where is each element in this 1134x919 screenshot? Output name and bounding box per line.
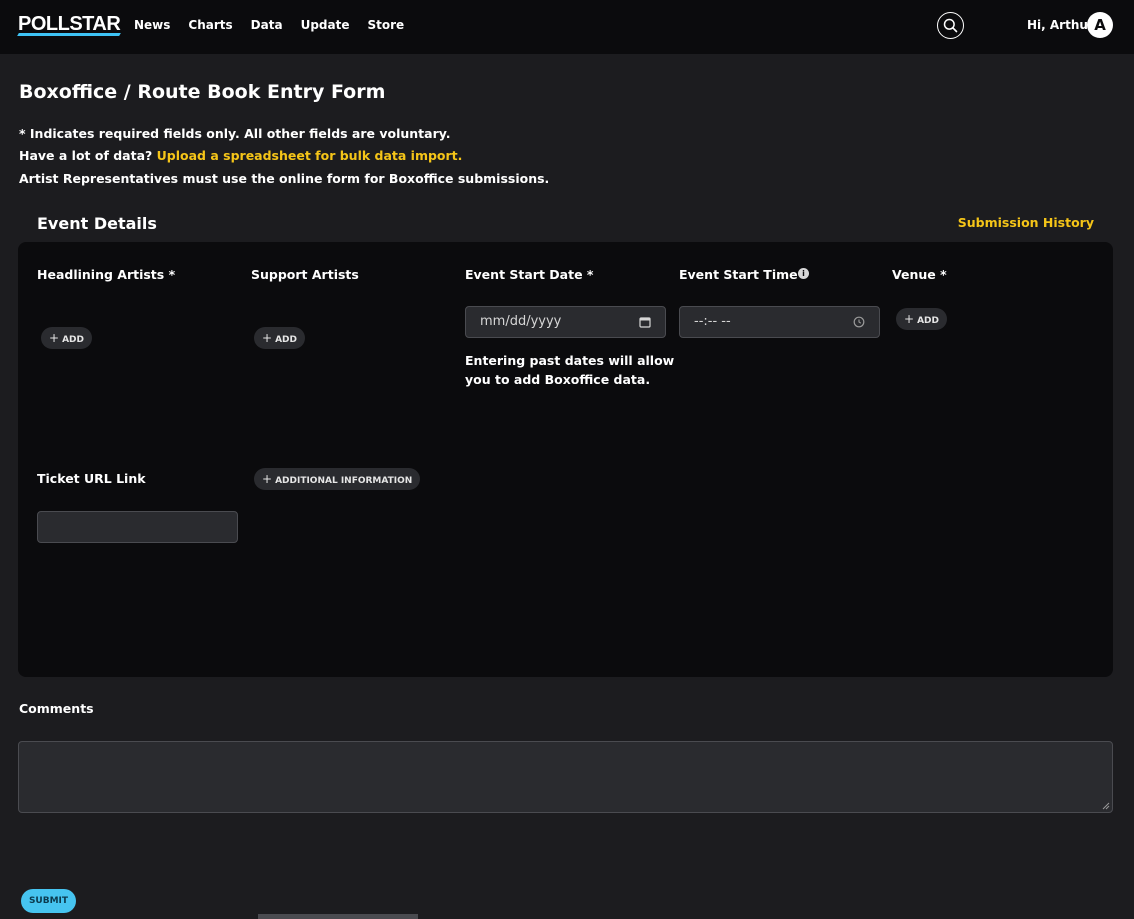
search-button[interactable] [937, 12, 964, 39]
ticket-url-label: Ticket URL Link [37, 471, 146, 486]
submit-button[interactable]: SUBMIT [21, 889, 76, 913]
plus-icon: + [262, 331, 273, 345]
bulk-import-link[interactable]: Upload a spreadsheet for bulk data impor… [157, 148, 463, 163]
search-icon [943, 18, 958, 33]
add-label: ADD [275, 335, 297, 345]
add-label: ADD [62, 335, 84, 345]
add-label: ADD [917, 316, 939, 326]
event-details-title: Event Details [37, 214, 157, 233]
user-greeting[interactable]: Hi, Arthur [1027, 18, 1094, 32]
time-placeholder: --:-- -- [694, 314, 731, 329]
bulk-import-line: Have a lot of data? Upload a spreadsheet… [19, 148, 462, 163]
top-navbar: POLLSTAR News Charts Data Update Store H… [0, 0, 1134, 54]
plus-icon: + [904, 312, 915, 326]
add-venue-button[interactable]: + ADD [896, 308, 947, 330]
nav-news[interactable]: News [134, 18, 170, 32]
ticket-url-input[interactable] [37, 511, 238, 543]
additional-info-label: ADDITIONAL INFORMATION [275, 476, 413, 486]
submission-history-link[interactable]: Submission History [958, 215, 1094, 230]
main-nav: News Charts Data Update Store [134, 18, 422, 32]
comments-textarea[interactable] [18, 741, 1113, 813]
event-start-time-label: Event Start Time * [679, 267, 809, 282]
plus-icon: + [262, 472, 273, 486]
nav-data[interactable]: Data [251, 18, 283, 32]
event-start-time-input[interactable]: --:-- -- [679, 306, 880, 338]
info-icon[interactable]: i [798, 268, 809, 279]
add-headlining-artist-button[interactable]: + ADD [41, 327, 92, 349]
event-start-date-label: Event Start Date * [465, 267, 594, 282]
add-support-artist-button[interactable]: + ADD [254, 327, 305, 349]
required-fields-note: * Indicates required fields only. All ot… [19, 126, 451, 141]
artist-rep-note: Artist Representatives must use the onli… [19, 171, 550, 186]
venue-label: Venue * [892, 267, 947, 282]
headlining-artists-label: Headlining Artists * [37, 267, 176, 282]
nav-update[interactable]: Update [301, 18, 350, 32]
date-helper-text: Entering past dates will allow you to ad… [465, 353, 675, 387]
page-title: Boxoffice / Route Book Entry Form [19, 81, 386, 103]
plus-icon: + [49, 331, 60, 345]
nav-store[interactable]: Store [367, 18, 404, 32]
clock-icon[interactable] [853, 316, 865, 328]
event-start-date-input[interactable]: mm/dd/yyyy [465, 306, 666, 338]
horizontal-scrollbar-thumb[interactable] [258, 914, 418, 919]
comments-label: Comments [19, 701, 94, 716]
support-artists-label: Support Artists [251, 267, 359, 282]
nav-charts[interactable]: Charts [188, 18, 232, 32]
logo-swoosh [17, 33, 121, 36]
calendar-icon[interactable] [639, 316, 651, 328]
additional-information-button[interactable]: + ADDITIONAL INFORMATION [254, 468, 421, 490]
resize-grip-icon[interactable] [1102, 802, 1110, 810]
avatar[interactable]: A [1087, 12, 1113, 38]
date-placeholder: mm/dd/yyyy [480, 314, 562, 329]
bulk-import-prefix: Have a lot of data? [19, 148, 153, 163]
